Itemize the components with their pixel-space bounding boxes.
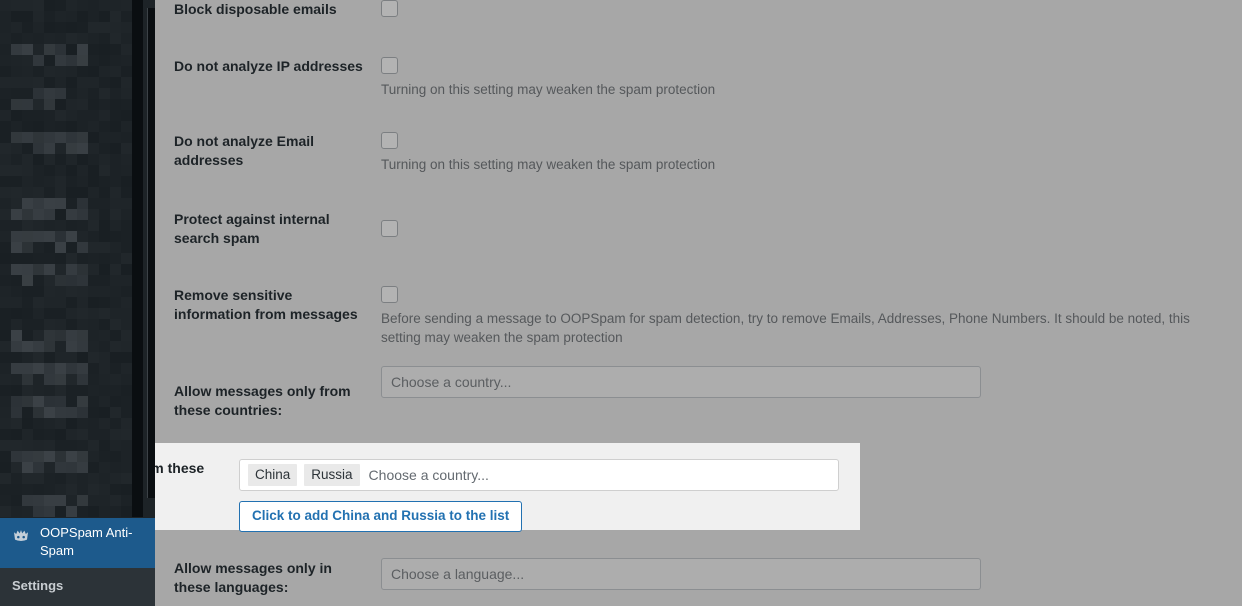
menu-scroll-edge[interactable]	[147, 8, 148, 498]
internal-search-spam-checkbox[interactable]	[381, 220, 398, 237]
setting-label: Block disposable emails	[174, 1, 337, 17]
sidebar-submenu-label: Settings	[12, 578, 64, 593]
do-not-analyze-ip-checkbox[interactable]	[381, 57, 398, 74]
setting-row-block-disposable-emails: Block disposable emails	[155, 0, 1242, 18]
setting-label: Remove sensitive information from messag…	[174, 287, 358, 322]
setting-description: Turning on this setting may weaken the s…	[381, 157, 716, 172]
setting-label: Protect against internal search spam	[174, 211, 330, 246]
remove-sensitive-info-checkbox[interactable]	[381, 286, 398, 303]
block-countries-select[interactable]: China Russia Choose a country...	[239, 459, 839, 491]
wordpress-admin-screen: OOPSpam Anti-Spam Settings Block disposa…	[0, 0, 1242, 606]
do-not-analyze-email-checkbox[interactable]	[381, 132, 398, 149]
setting-row-allow-countries: Allow messages only from these countries…	[155, 366, 1242, 420]
setting-description: Before sending a message to OOPSpam for …	[381, 311, 1190, 345]
setting-row-remove-sensitive-info: Remove sensitive information from messag…	[155, 286, 1242, 347]
setting-label: Allow messages only from these countries…	[174, 383, 351, 418]
shield-crown-icon	[11, 526, 31, 546]
sidebar-item-label: OOPSpam Anti-Spam	[40, 525, 133, 558]
allow-languages-select[interactable]: Choose a language...	[381, 558, 981, 590]
allow-countries-select[interactable]: Choose a country...	[381, 366, 981, 398]
setting-label: Do not analyze Email addresses	[174, 133, 315, 168]
redacted-menu-items[interactable]	[0, 0, 155, 518]
setting-description: Turning on this setting may weaken the s…	[381, 82, 716, 97]
setting-label: Do not analyze IP addresses	[174, 58, 363, 74]
add-china-russia-button[interactable]: Click to add China and Russia to the lis…	[239, 501, 523, 532]
country-tag-russia[interactable]: Russia	[304, 464, 360, 486]
setting-row-internal-search-spam: Protect against internal search spam	[155, 210, 1242, 248]
sidebar-submenu-item-settings[interactable]: Settings	[0, 568, 155, 606]
setting-label: Allow messages only in these languages:	[174, 560, 332, 595]
setting-row-do-not-analyze-email: Do not analyze Email addresses Turning o…	[155, 132, 1242, 174]
sidebar-item-oopspam-anti-spam[interactable]: OOPSpam Anti-Spam	[0, 518, 155, 568]
country-tag-china[interactable]: China	[248, 464, 298, 486]
block-countries-placeholder: Choose a country...	[368, 467, 489, 483]
setting-row-allow-languages: Allow messages only in these languages: …	[155, 558, 1242, 597]
allow-languages-placeholder: Choose a language...	[391, 566, 525, 582]
admin-sidebar: OOPSpam Anti-Spam Settings	[0, 0, 155, 606]
active-menu-pointer	[155, 533, 164, 551]
setting-row-do-not-analyze-ip: Do not analyze IP addresses Turning on t…	[155, 57, 1242, 99]
allow-countries-placeholder: Choose a country...	[391, 374, 512, 390]
menu-gutter	[148, 8, 155, 498]
block-disposable-emails-checkbox[interactable]	[381, 0, 398, 17]
